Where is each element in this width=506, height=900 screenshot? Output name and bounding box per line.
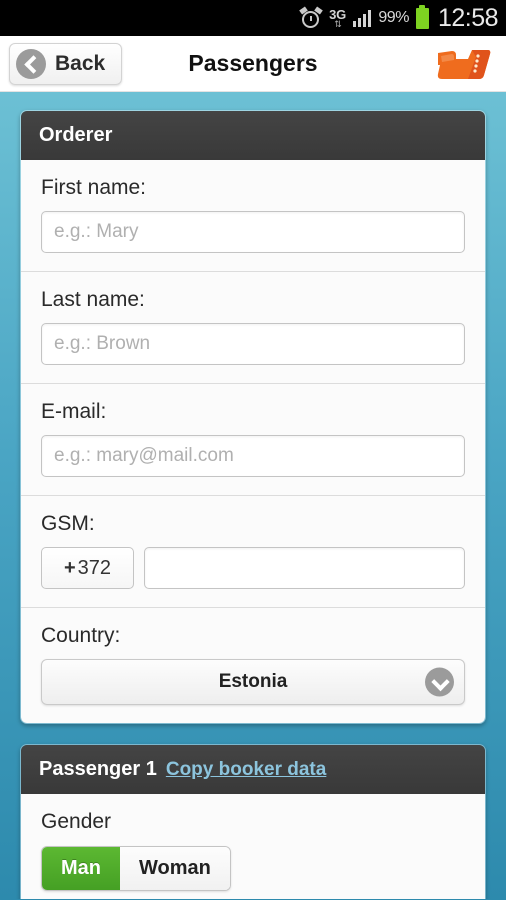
copy-booker-data-link[interactable]: Copy booker data xyxy=(166,759,326,781)
country-selected-value: Estonia xyxy=(218,671,288,692)
orderer-card: Orderer First name: Last name: E-mail: G… xyxy=(20,110,486,724)
battery-full-icon xyxy=(415,4,429,29)
passenger-1-card-body: Gender Man Woman xyxy=(21,794,485,899)
passenger-1-card-header: Passenger 1 Copy booker data xyxy=(21,745,485,794)
gsm-plus-sign: + xyxy=(63,556,76,579)
passenger-1-card: Passenger 1 Copy booker data Gender Man … xyxy=(20,744,486,899)
gsm-row: GSM: +372 xyxy=(21,496,485,608)
orderer-card-header: Orderer xyxy=(21,111,485,160)
country-row: Country: Estonia xyxy=(21,608,485,723)
app-header-bar: Back Passengers xyxy=(0,36,506,92)
orderer-card-body: First name: Last name: E-mail: GSM: +372 xyxy=(21,160,485,723)
scroll-content[interactable]: Orderer First name: Last name: E-mail: G… xyxy=(0,92,506,899)
last-name-input[interactable] xyxy=(41,323,465,365)
status-bar-clock: 12:58 xyxy=(437,3,499,32)
last-name-row: Last name: xyxy=(21,272,485,384)
alarm-clock-icon xyxy=(299,6,323,29)
passenger-1-title: Passenger 1 xyxy=(39,758,157,780)
first-name-input[interactable] xyxy=(41,211,465,253)
battery-percent-label: 99% xyxy=(378,9,409,26)
gender-row: Gender Man Woman xyxy=(21,794,485,899)
email-row: E-mail: xyxy=(21,384,485,496)
gsm-country-code-label: 372 xyxy=(77,556,112,579)
email-label: E-mail: xyxy=(41,400,107,423)
signal-bars-icon xyxy=(352,9,372,27)
chevron-left-circle-icon xyxy=(16,48,46,79)
back-button[interactable]: Back xyxy=(9,42,123,85)
data-transfer-arrows-icon: ⇅ xyxy=(334,18,341,29)
gsm-label: GSM: xyxy=(41,512,95,535)
gender-option-woman[interactable]: Woman xyxy=(120,847,230,890)
gsm-number-wrapper xyxy=(144,547,465,589)
android-status-bar: 3G ⇅ 99% 12:58 xyxy=(0,0,506,36)
orderer-card-title: Orderer xyxy=(39,124,113,146)
chevron-down-circle-icon[interactable] xyxy=(425,667,454,697)
gsm-country-code-button[interactable]: +372 xyxy=(41,547,134,589)
back-button-label: Back xyxy=(55,51,106,75)
brand-logo-icon xyxy=(437,50,491,79)
country-label: Country: xyxy=(41,624,121,647)
gender-label: Gender xyxy=(41,810,112,833)
country-select[interactable]: Estonia xyxy=(41,659,465,705)
gsm-input-group: +372 xyxy=(41,547,465,589)
gender-option-man[interactable]: Man xyxy=(42,847,120,890)
network-type-indicator: 3G ⇅ xyxy=(329,8,346,29)
gsm-number-input[interactable] xyxy=(144,547,465,589)
email-input[interactable] xyxy=(41,435,465,477)
first-name-label: First name: xyxy=(41,176,147,199)
last-name-label: Last name: xyxy=(41,288,145,311)
gender-toggle-group: Man Woman xyxy=(41,846,231,891)
first-name-row: First name: xyxy=(21,160,485,272)
